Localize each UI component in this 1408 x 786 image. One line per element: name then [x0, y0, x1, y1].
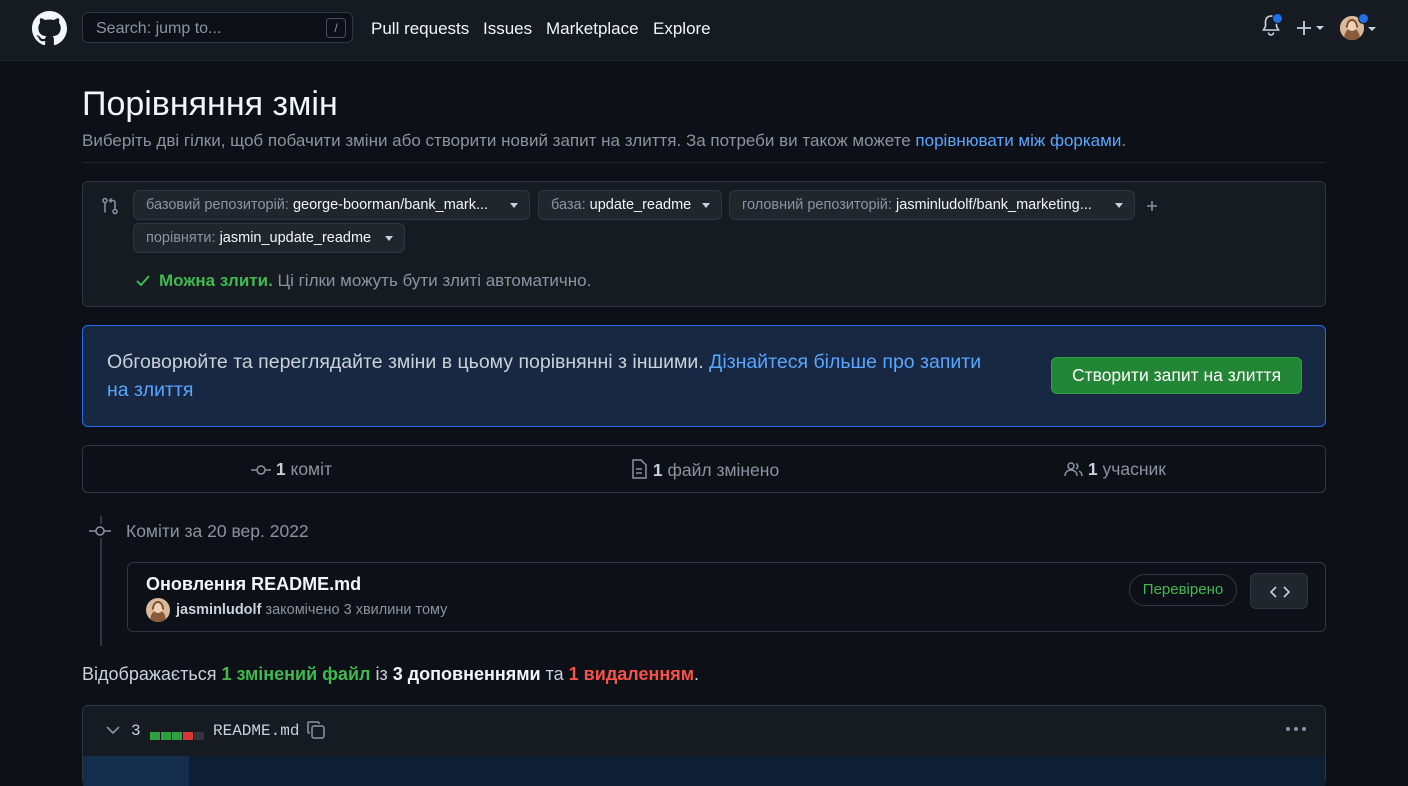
author-avatar[interactable] — [146, 598, 170, 622]
avatar-icon — [146, 598, 170, 622]
caret-down-icon — [702, 203, 710, 208]
summary-deletions: 1 видаленням — [568, 664, 695, 684]
top-header: Search: jump to... / Pull requests Issue… — [0, 0, 1408, 61]
diffstat-bar — [150, 727, 205, 745]
base-repo-value: george-boorman/bank_mark... — [292, 197, 489, 213]
head-repo-label: головний репозиторій: — [742, 197, 892, 213]
compare-branch-select[interactable]: порівняти: jasmin_update_readme — [133, 223, 405, 253]
summary-mid1: із — [370, 664, 393, 684]
compare-stats-bar: 1 коміт 1 файл змінено 1 учасник — [82, 445, 1326, 493]
code-icon — [1270, 586, 1290, 598]
diffstat-add — [150, 732, 160, 740]
merge-status-bold: Можна злити. — [159, 271, 273, 290]
compare-branch-value: jasmin_update_readme — [219, 230, 372, 246]
search-input[interactable]: Search: jump to... / — [82, 12, 353, 43]
browse-code-button[interactable] — [1250, 573, 1308, 609]
compare-branch-label: порівняти: — [146, 230, 216, 246]
merge-status: Можна злити. Ці гілки можуть бути злиті … — [159, 271, 591, 291]
files-count: 1 — [652, 460, 663, 480]
nav-explore[interactable]: Explore — [653, 19, 711, 39]
diffstat-add — [161, 732, 171, 740]
plus-icon[interactable] — [1146, 200, 1158, 212]
notification-dot — [1272, 13, 1283, 24]
caret-down-icon — [1115, 203, 1123, 208]
file-diff: 3 README.md — [82, 705, 1326, 786]
caret-down-icon — [385, 236, 393, 241]
summary-end: . — [694, 664, 700, 684]
base-repository-select[interactable]: базовий репозиторій: george-boorman/bank… — [133, 190, 530, 220]
summary-prefix: Відображається — [82, 664, 222, 684]
summary-additions: 3 доповненнями — [392, 664, 541, 684]
kebab-horizontal-icon[interactable] — [1285, 726, 1307, 732]
base-branch-label: база: — [551, 197, 586, 213]
nav-issues[interactable]: Issues — [483, 19, 532, 39]
commit-meta: jasminludolf закомічено 3 хвилини тому — [176, 602, 447, 618]
base-branch-select[interactable]: база: update_readme — [538, 190, 722, 220]
banner-message: Обговорюйте та переглядайте зміни в цьом… — [107, 351, 710, 373]
file-name-link[interactable]: README.md — [213, 722, 299, 740]
banner-text: Обговорюйте та переглядайте зміни в цьом… — [107, 348, 1007, 404]
commit-author-link[interactable]: jasminludolf — [176, 602, 261, 618]
page-title: Порівняння змін — [82, 85, 338, 123]
diff-summary: Відображається 1 змінений файл із 3 допо… — [82, 664, 699, 685]
commit-row: Оновлення README.md jasminludolf закоміч… — [127, 562, 1326, 632]
summary-mid2: та — [540, 664, 569, 684]
file-diff-icon — [632, 459, 647, 479]
subtitle-end: . — [1121, 131, 1127, 150]
head-repo-value: jasminludolf/bank_marketing... — [895, 197, 1092, 213]
create-new-icon[interactable] — [1296, 20, 1326, 36]
commits-count: 1 — [275, 459, 286, 479]
base-branch-value: update_readme — [589, 197, 692, 213]
verified-badge[interactable]: Перевірено — [1129, 574, 1237, 606]
status-dot — [1358, 13, 1369, 24]
commits-stat[interactable]: 1 коміт — [251, 459, 332, 480]
file-change-count: 3 — [131, 722, 141, 740]
hunk-gutter[interactable] — [83, 756, 189, 786]
search-placeholder: Search: jump to... — [96, 20, 222, 37]
nav-pull-requests[interactable]: Pull requests — [371, 19, 469, 39]
contributors-count: 1 — [1087, 459, 1098, 479]
files-changed-stat[interactable]: 1 файл змінено — [630, 459, 779, 481]
commit-timeline-icon — [89, 524, 111, 538]
check-icon — [136, 275, 150, 287]
chevron-down-icon[interactable] — [106, 725, 120, 735]
chevron-down-icon[interactable] — [1367, 25, 1377, 33]
people-icon — [1064, 462, 1083, 477]
commits-label: коміт — [285, 459, 332, 479]
nav-marketplace[interactable]: Marketplace — [546, 19, 639, 39]
commit-message-link[interactable]: Оновлення README.md — [146, 574, 361, 595]
copy-icon[interactable] — [306, 720, 326, 740]
page-subtitle: Виберіть дві гілки, щоб побачити зміни а… — [82, 131, 1126, 151]
summary-files-link[interactable]: 1 змінений файл — [221, 664, 370, 684]
commit-time: закомічено 3 хвилини тому — [261, 602, 448, 618]
caret-down-icon — [510, 203, 518, 208]
diff-hunk-row — [83, 756, 1325, 786]
compare-ranges-box: базовий репозиторій: george-boorman/bank… — [82, 181, 1326, 307]
commits-date-label: Коміти за 20 вер. 2022 — [126, 521, 309, 541]
contributors-label: учасник — [1097, 459, 1166, 479]
search-shortcut-key: / — [326, 18, 346, 38]
subtitle-text: Виберіть дві гілки, щоб побачити зміни а… — [82, 131, 916, 150]
contributors-stat[interactable]: 1 учасник — [1064, 459, 1166, 480]
git-compare-icon — [102, 197, 118, 215]
base-repo-label: базовий репозиторій: — [146, 197, 289, 213]
divider — [82, 162, 1326, 163]
commit-icon — [251, 465, 271, 475]
merge-status-text: Ці гілки можуть бути злиті автоматично. — [272, 271, 592, 290]
files-label: файл змінено — [662, 460, 780, 480]
github-logo-icon[interactable] — [32, 11, 67, 46]
diffstat-add — [172, 732, 182, 740]
create-pull-request-button[interactable]: Створити запит на злиття — [1051, 357, 1302, 394]
compare-forks-link[interactable]: порівнювати між форками — [915, 131, 1121, 150]
diffstat-del — [183, 732, 193, 740]
head-repository-select[interactable]: головний репозиторій: jasminludolf/bank_… — [729, 190, 1135, 220]
create-pr-banner: Обговорюйте та переглядайте зміни в цьом… — [82, 325, 1326, 427]
diffstat-neutral — [194, 732, 204, 740]
